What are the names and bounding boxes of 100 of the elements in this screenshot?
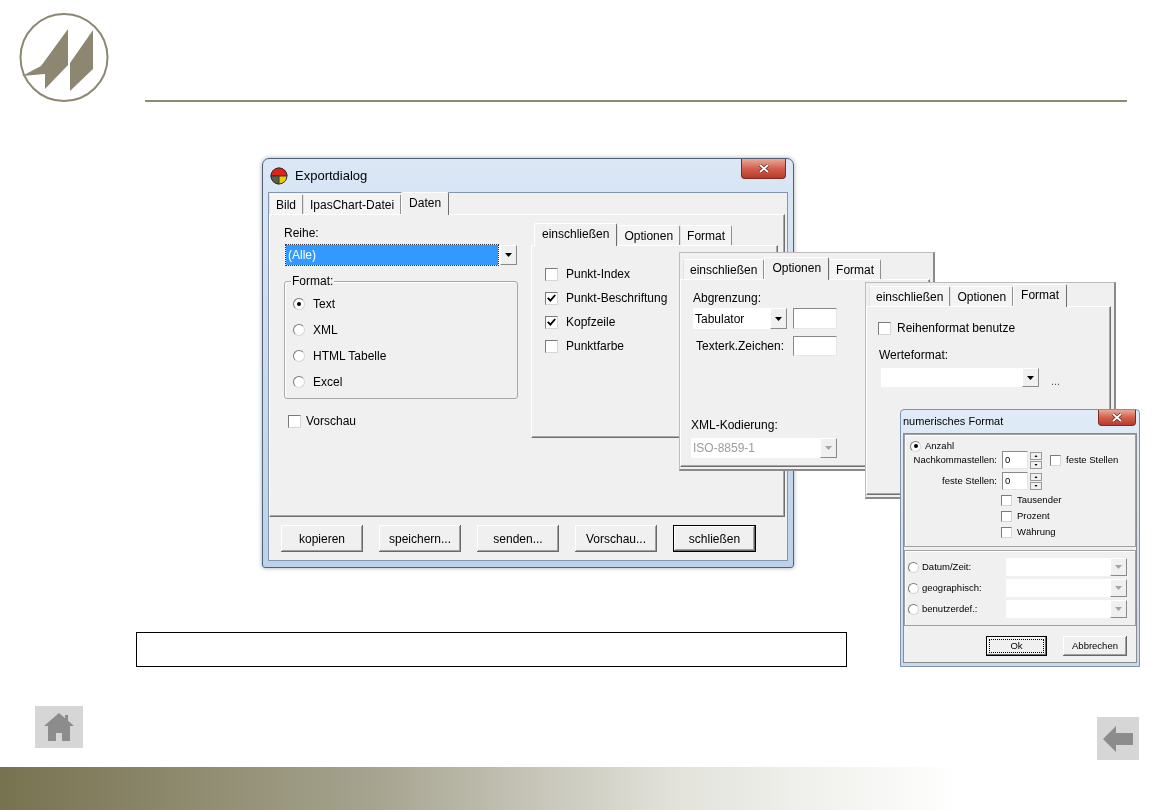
- radio-label: benutzerdef.:: [922, 603, 979, 615]
- checkbox-label: Vorschau: [306, 413, 357, 430]
- more-button[interactable]: ...: [1051, 375, 1061, 387]
- checkbox-label: Punktfarbe: [566, 338, 625, 355]
- checkbox[interactable]: [545, 315, 558, 329]
- dropdown-button[interactable]: [500, 245, 517, 265]
- combo-value: ISO-8859-1: [692, 440, 757, 457]
- back-button[interactable]: [1097, 717, 1139, 760]
- number-field[interactable]: 0: [1002, 472, 1028, 490]
- dialog-button[interactable]: speichern...: [379, 525, 461, 552]
- radio-button[interactable]: [293, 324, 305, 336]
- dropdown-button[interactable]: [770, 308, 787, 329]
- caret-icon: [1027, 375, 1034, 380]
- field-label: Werteformat:: [879, 347, 949, 363]
- field-label: Reihe:: [284, 225, 319, 241]
- number-field[interactable]: 0: [1002, 451, 1028, 469]
- spin-up-icon[interactable]: [1030, 472, 1042, 481]
- close-button[interactable]: [1098, 410, 1136, 426]
- checkbox[interactable]: [1001, 494, 1012, 506]
- checkbox-label: Prozent: [1017, 510, 1050, 522]
- radio-label: HTML Tabelle: [313, 348, 387, 365]
- caret-icon: [1115, 607, 1122, 611]
- checkbox-label: feste Stellen: [1066, 454, 1119, 466]
- combo-box[interactable]: [1006, 600, 1127, 618]
- close-icon: [1112, 413, 1122, 422]
- tab[interactable]: einschließen: [683, 259, 765, 279]
- checkbox[interactable]: [878, 321, 891, 335]
- checkbox[interactable]: [1050, 454, 1061, 466]
- combo-box[interactable]: Tabulator: [693, 308, 787, 329]
- home-button[interactable]: [35, 706, 83, 748]
- spin-up-icon[interactable]: [1030, 451, 1042, 460]
- field-label: Abgrenzung:: [693, 290, 762, 306]
- left-arrow-icon: [1103, 725, 1133, 752]
- tab[interactable]: Format: [829, 259, 882, 279]
- field-label: feste Stellen:: [941, 475, 997, 487]
- tab[interactable]: Bild: [269, 194, 303, 214]
- tab[interactable]: Format: [680, 225, 733, 245]
- radio-button[interactable]: [908, 603, 919, 615]
- radio-button[interactable]: [293, 376, 305, 388]
- close-button[interactable]: [741, 159, 786, 179]
- radio-button[interactable]: [908, 561, 919, 573]
- combo-box[interactable]: [1006, 579, 1127, 597]
- dialog-button[interactable]: Vorschau...: [575, 525, 657, 552]
- text-field[interactable]: [793, 308, 837, 329]
- spin-down-icon[interactable]: [1030, 481, 1042, 490]
- tab[interactable]: einschließen: [534, 223, 618, 246]
- radio-button[interactable]: [908, 582, 919, 594]
- checkbox[interactable]: [545, 339, 558, 353]
- dialog-button[interactable]: Ok: [986, 636, 1047, 656]
- caret-icon: [825, 446, 832, 450]
- checkbox-label: Punkt-Index: [566, 266, 631, 283]
- checkbox-label: Reihenformat benutze: [897, 320, 1016, 337]
- combo-value: Tabulator: [694, 310, 746, 328]
- tab[interactable]: Daten: [401, 192, 450, 215]
- field-label: Texterk.Zeichen:: [696, 338, 786, 355]
- checkbox[interactable]: [288, 414, 301, 428]
- dropdown-button[interactable]: [1022, 368, 1039, 387]
- checkbox-label: Währung: [1017, 526, 1056, 538]
- radio-label: Text: [313, 296, 335, 313]
- text-field[interactable]: [793, 336, 837, 356]
- radio-button[interactable]: [910, 440, 921, 452]
- checkbox-label: Tausender: [1017, 494, 1062, 506]
- radio-label: Excel: [313, 374, 343, 391]
- pie-chart-icon: [270, 166, 288, 185]
- home-icon: [43, 712, 75, 742]
- dialog-button[interactable]: kopieren: [281, 525, 363, 552]
- close-icon: [758, 164, 769, 173]
- radio-label: XML: [313, 322, 338, 339]
- checkbox-label: Kopfzeile: [566, 314, 616, 331]
- field-label: XML-Kodierung:: [691, 417, 778, 433]
- tab[interactable]: Optionen: [764, 257, 830, 280]
- radio-label: Datum/Zeit:: [922, 561, 973, 573]
- radio-label: geographisch:: [922, 582, 983, 594]
- checkbox-label: Punkt-Beschriftung: [566, 290, 668, 307]
- checkbox[interactable]: [1001, 526, 1012, 538]
- caret-icon: [1115, 565, 1122, 569]
- tab[interactable]: einschließen: [869, 286, 951, 306]
- caret-icon: [1115, 586, 1122, 590]
- checkbox[interactable]: [545, 291, 558, 305]
- checkbox[interactable]: [545, 267, 558, 281]
- logo-icon: [19, 13, 109, 102]
- check-icon: [547, 294, 556, 302]
- tab[interactable]: Optionen: [617, 225, 681, 245]
- dialog-button[interactable]: Abbrechen: [1063, 636, 1127, 656]
- checkbox[interactable]: [1001, 510, 1012, 522]
- caret-icon: [505, 253, 512, 257]
- combo-box[interactable]: [1006, 558, 1127, 576]
- spin-down-icon[interactable]: [1030, 460, 1042, 469]
- dialog-button[interactable]: schließen: [673, 525, 756, 552]
- tab[interactable]: Optionen: [950, 286, 1014, 306]
- radio-button[interactable]: [293, 298, 305, 310]
- dialog-button[interactable]: senden...: [477, 525, 559, 552]
- window-title: numerisches Format: [903, 414, 1004, 430]
- check-icon: [547, 318, 556, 326]
- radio-button[interactable]: [293, 350, 305, 362]
- field-label: Nachkommastellen:: [912, 454, 997, 466]
- window-title: Exportdialog: [295, 166, 368, 185]
- caret-icon: [775, 316, 782, 321]
- tab[interactable]: IpasChart-Datei: [303, 194, 402, 214]
- tab[interactable]: Format: [1013, 284, 1068, 307]
